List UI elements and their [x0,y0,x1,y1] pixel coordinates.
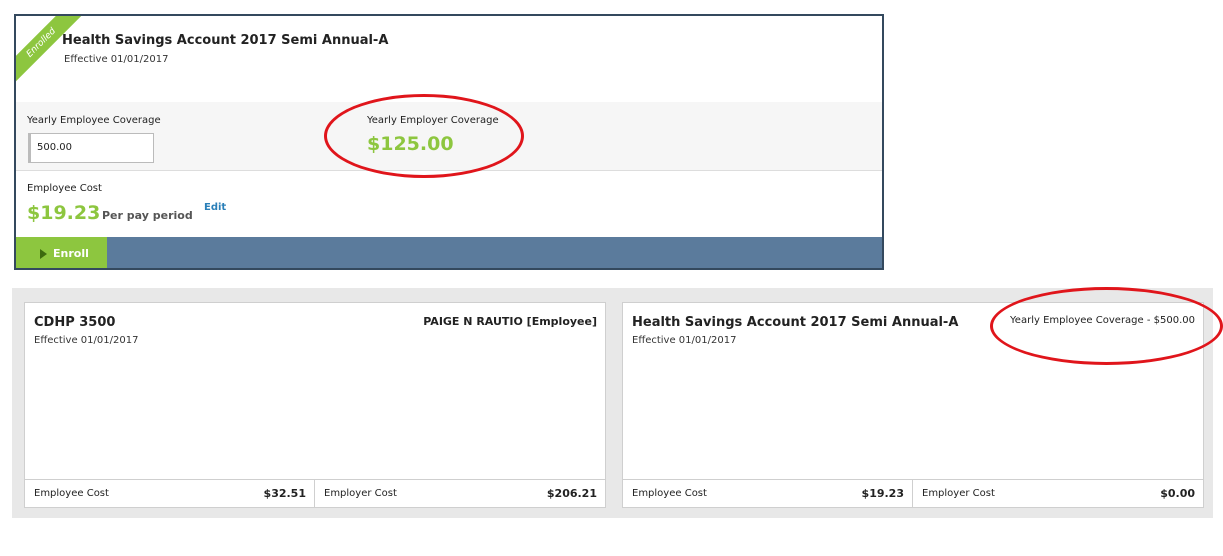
card-header: Health Savings Account 2017 Semi Annual-… [16,16,882,103]
employer-cost-value: $206.21 [546,487,597,500]
effective-date: Effective 01/01/2017 [632,335,737,346]
plan-title: Health Savings Account 2017 Semi Annual-… [632,315,959,330]
enrolled-plans-panel: CDHP 3500 Effective 01/01/2017 PAIGE N R… [12,288,1213,518]
enroll-button[interactable]: Enroll [16,237,107,268]
plan-enrollment-card: Enrolled Health Savings Account 2017 Sem… [14,14,884,270]
employer-cost-value: $0.00 [1160,487,1195,500]
per-pay-period-label: Per pay period [102,209,193,222]
play-icon [40,249,47,259]
employer-cost-cell: Employer Cost $206.21 [315,480,605,507]
employee-cost-cell: Employee Cost $19.23 [623,480,913,507]
employee-cost-label: Employee Cost [34,488,109,499]
plan-card-hsa: Health Savings Account 2017 Semi Annual-… [622,302,1204,508]
enroll-bar: Enroll [16,237,882,268]
employer-coverage-label: Yearly Employer Coverage [367,115,499,126]
plan-card-cdhp: CDHP 3500 Effective 01/01/2017 PAIGE N R… [24,302,606,508]
enrolled-ribbon: Enrolled [16,16,86,86]
enrolled-badge: Enrolled [16,16,82,83]
effective-date: Effective 01/01/2017 [64,54,169,65]
employee-coverage-input[interactable]: 500.00 [28,133,154,163]
employee-coverage-label: Yearly Employee Coverage [27,115,161,126]
employer-cost-label: Employer Cost [922,488,995,499]
employee-cost-label: Employee Cost [27,183,102,194]
employee-cost-row: Employee Cost $19.23 Per pay period Edit [16,171,882,238]
plan-title: Health Savings Account 2017 Semi Annual-… [62,33,389,48]
employee-cost-value: $19.23 [861,487,904,500]
employer-coverage-value: $125.00 [367,133,454,155]
covered-member: PAIGE N RAUTIO [Employee] [423,315,597,328]
employee-cost-value: $19.23 [27,202,101,224]
plan-title: CDHP 3500 [34,315,116,330]
employer-cost-label: Employer Cost [324,488,397,499]
enroll-button-label: Enroll [53,247,89,260]
coverage-row: Yearly Employee Coverage 500.00 Yearly E… [16,102,882,171]
employee-cost-label: Employee Cost [632,488,707,499]
cost-footer: Employee Cost $19.23 Employer Cost $0.00 [623,479,1203,507]
employee-cost-cell: Employee Cost $32.51 [25,480,315,507]
edit-link[interactable]: Edit [204,202,226,213]
employer-cost-cell: Employer Cost $0.00 [913,480,1203,507]
effective-date: Effective 01/01/2017 [34,335,139,346]
yearly-coverage-text: Yearly Employee Coverage - $500.00 [1010,315,1195,326]
cost-footer: Employee Cost $32.51 Employer Cost $206.… [25,479,605,507]
employee-cost-value: $32.51 [263,487,306,500]
